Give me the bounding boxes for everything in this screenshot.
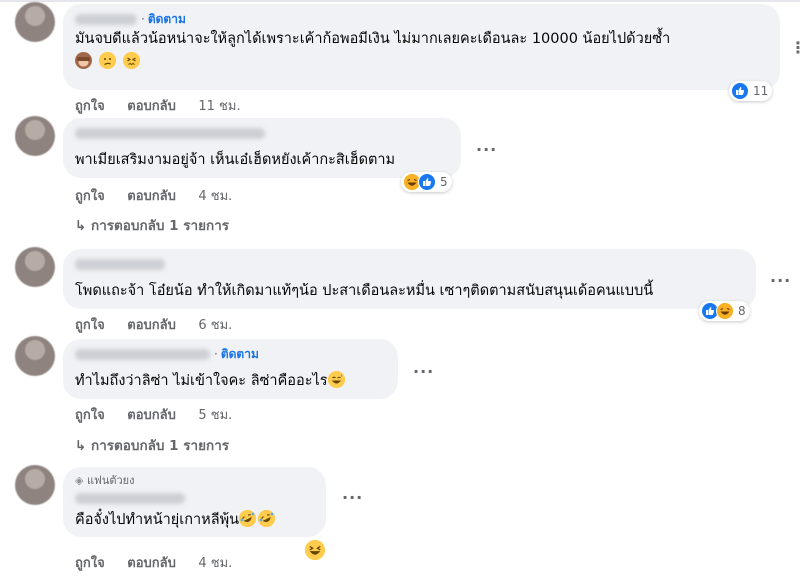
- see-no-evil-monkey-icon: [75, 52, 92, 69]
- author-name[interactable]: [75, 493, 185, 504]
- comment-text-body: คือจั๋งไปทำหน้ายุ่เกาหลีพุ้น: [75, 512, 240, 528]
- author-name[interactable]: [75, 259, 165, 270]
- reaction-count: 5: [440, 175, 448, 189]
- comment-text: ทำไมถึงว่าลิซ่า ไม่เข้าใจคะ ลิซ่าคืออะไร: [75, 371, 386, 391]
- haha-reaction-icon: [716, 302, 734, 320]
- reply-arrow-icon: ↳: [75, 438, 87, 454]
- reaction-count: 11: [753, 84, 769, 98]
- reply-button[interactable]: ตอบกลับ: [127, 408, 176, 423]
- avatar[interactable]: [15, 2, 55, 42]
- timestamp[interactable]: 4 ชม.: [198, 189, 232, 204]
- like-reaction-icon: [418, 173, 436, 191]
- reaction-count: 8: [738, 304, 746, 318]
- reply-button[interactable]: ตอบกลับ: [127, 99, 176, 114]
- reply-button[interactable]: ตอบกลับ: [127, 556, 176, 571]
- avatar[interactable]: [15, 116, 55, 156]
- timestamp[interactable]: 5 ชม.: [198, 408, 232, 423]
- comment-bubble: โพดแถะจ้า โอ๋ยน้อ ทำให้เกิดมาแท้ๆน้อ ปะส…: [63, 249, 756, 309]
- more-options-icon[interactable]: ⋮: [790, 38, 800, 57]
- reply-button[interactable]: ตอบกลับ: [127, 318, 176, 333]
- author-name[interactable]: [75, 14, 137, 25]
- more-options-icon[interactable]: ···: [342, 488, 363, 507]
- view-replies-link[interactable]: ↳ การตอบกลับ 1 รายการ: [75, 214, 229, 236]
- like-button[interactable]: ถูกใจ: [75, 99, 105, 114]
- comment-actions: ถูกใจ ตอบกลับ 6 ชม.: [75, 314, 250, 335]
- comment-bubble: ◈ แฟนตัวยง คือจั๋งไปทำหน้ายุ่เกาหลีพุ้น: [63, 467, 326, 537]
- avatar[interactable]: [15, 247, 55, 287]
- emoji-row: [75, 51, 768, 71]
- grinning-sweat-face-icon: [327, 371, 345, 388]
- more-options-icon[interactable]: ···: [476, 140, 497, 159]
- fan-badge-label: แฟนตัวยง: [86, 474, 135, 487]
- follow-link[interactable]: ติดตาม: [221, 347, 259, 361]
- comment-text: มันจบดีแล้วน้อหน่าจะให้ลูกได้เพราะเค้าก้…: [75, 31, 671, 47]
- reaction-summary[interactable]: 5: [401, 172, 452, 192]
- rolling-laughing-face-icon: [258, 510, 276, 527]
- confused-face-icon: [99, 52, 117, 69]
- replies-label: การตอบกลับ 1 รายการ: [91, 218, 230, 234]
- comment-actions: ถูกใจ ตอบกลับ 11 ชม.: [75, 95, 259, 116]
- fan-badge: ◈ แฟนตัวยง: [75, 474, 314, 488]
- timestamp[interactable]: 6 ชม.: [198, 318, 232, 333]
- separator-dot: ·: [214, 347, 218, 361]
- timestamp[interactable]: 11 ชม.: [198, 99, 240, 114]
- author-name[interactable]: [75, 128, 265, 139]
- comment-bubble: พาเมียเสริมงามอยู่จ้า เห็นเอ๋เฮ็ดหยังเค้…: [63, 118, 461, 178]
- reply-arrow-icon: ↳: [75, 218, 87, 234]
- like-reaction-icon: [731, 82, 749, 100]
- comment-text: โพดแถะจ้า โอ๋ยน้อ ทำให้เกิดมาแท้ๆน้อ ปะส…: [75, 283, 654, 299]
- author-name[interactable]: [75, 349, 210, 360]
- comment-text: พาเมียเสริมงามอยู่จ้า เห็นเอ๋เฮ็ดหยังเค้…: [75, 152, 396, 168]
- like-button[interactable]: ถูกใจ: [75, 189, 105, 204]
- more-options-icon[interactable]: ···: [770, 271, 791, 290]
- comment-actions: ถูกใจ ตอบกลับ 4 ชม.: [75, 185, 250, 206]
- reaction-summary[interactable]: 8: [699, 301, 750, 321]
- grinning-squinting-face-icon: [305, 540, 325, 560]
- comment-actions: ถูกใจ ตอบกลับ 4 ชม.: [75, 552, 250, 573]
- reaction-summary[interactable]: 11: [729, 81, 773, 101]
- diamond-icon: ◈: [75, 474, 84, 487]
- more-options-icon[interactable]: ···: [413, 362, 434, 381]
- comment-actions: ถูกใจ ตอบกลับ 5 ชม.: [75, 404, 250, 425]
- like-button[interactable]: ถูกใจ: [75, 556, 105, 571]
- avatar[interactable]: [15, 465, 55, 505]
- separator-dot: ·: [141, 12, 145, 26]
- avatar[interactable]: [15, 336, 55, 376]
- comment-text-body: ทำไมถึงว่าลิซ่า ไม่เข้าใจคะ ลิซ่าคืออะไร: [75, 373, 328, 389]
- reply-button[interactable]: ตอบกลับ: [127, 189, 176, 204]
- follow-link[interactable]: ติดตาม: [148, 12, 186, 26]
- view-replies-link[interactable]: ↳ การตอบกลับ 1 รายการ: [75, 434, 229, 456]
- like-button[interactable]: ถูกใจ: [75, 408, 105, 423]
- comment-bubble: · ติดตาม ทำไมถึงว่าลิซ่า ไม่เข้าใจคะ ลิซ่…: [63, 339, 398, 399]
- comment-text: คือจั๋งไปทำหน้ายุ่เกาหลีพุ้น: [75, 510, 314, 530]
- confounded-face-icon: [123, 52, 141, 69]
- timestamp[interactable]: 4 ชม.: [198, 556, 232, 571]
- replies-label: การตอบกลับ 1 รายการ: [91, 438, 230, 454]
- like-button[interactable]: ถูกใจ: [75, 318, 105, 333]
- top-divider: [0, 0, 800, 2]
- rolling-laughing-face-icon: [239, 510, 257, 527]
- comment-bubble: · ติดตาม มันจบดีแล้วน้อหน่าจะให้ลูกได้เพร…: [63, 4, 780, 90]
